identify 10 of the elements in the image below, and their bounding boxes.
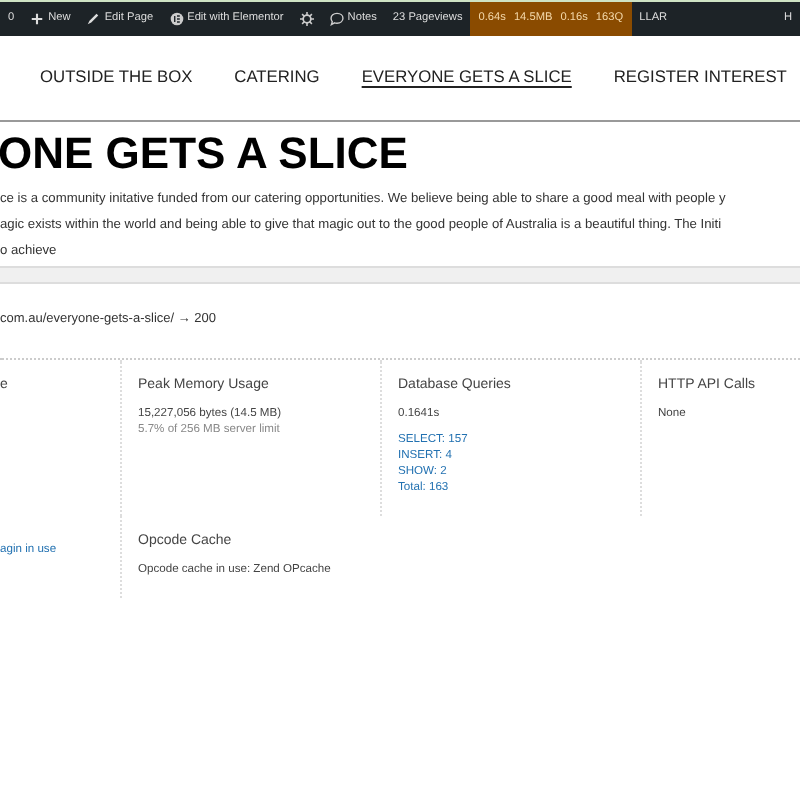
pencil-icon	[86, 12, 101, 26]
speech-bubble-icon	[329, 12, 344, 26]
elementor-logo-icon	[169, 12, 184, 26]
nav-link[interactable]: OUTSIDE THE BOX	[40, 63, 193, 89]
plus-icon	[30, 12, 45, 26]
nav-link[interactable]: CATERING	[234, 63, 320, 89]
page-title: ONE GETS A SLICE	[0, 126, 410, 182]
nav-link[interactable]: EVERYONE GETS A SLICE	[361, 63, 572, 89]
nav-link[interactable]: REGISTER INTEREST	[613, 63, 787, 89]
gear-icon[interactable]	[299, 12, 314, 26]
